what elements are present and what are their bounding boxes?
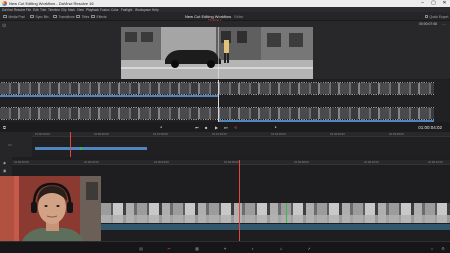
deliver-icon[interactable]: ➚ [305,245,313,251]
go-to-end-icon[interactable]: ⏭ [224,125,228,130]
settings-icon[interactable]: ⚙ [439,245,447,251]
viewer-options-icon[interactable]: ⊙ [2,23,6,29]
upper-track-header: ▭ [0,132,32,157]
menu-item-fusion[interactable]: Fusion [100,8,110,12]
transitions-icon [53,15,57,18]
sync-bin-icon [30,15,34,18]
zoom-out-icon[interactable]: ◂ [160,125,162,129]
menu-item-timeline[interactable]: Timeline [48,8,60,12]
page-tabs-bar: ▤ ✂ ▦ ✦ ◐ ♫ ➚ ⌂ ⚙ [0,241,450,253]
lower-ruler[interactable]: 01:00:00:00 01:00:02:00 01:00:04:00 01:0… [12,160,450,165]
upper-timeline[interactable]: ▭ 01:00:00:00 01:00:30:00 01:01:00:00 01… [0,132,450,157]
menu-item-clip[interactable]: Clip [61,8,67,12]
fusion-icon[interactable]: ✦ [221,245,229,251]
menu-item-file[interactable]: File [26,8,31,12]
menu-item-trim[interactable]: Trim [40,8,46,12]
upper-ruler[interactable]: 01:00:00:00 01:00:30:00 01:01:00:00 01:0… [32,132,450,137]
media-pool-icon [3,15,7,18]
color-icon[interactable]: ◐ [249,245,257,251]
menu-item-playback[interactable]: Playback [86,8,99,12]
menu-item-resolve[interactable]: DaVinci Resolve [2,8,25,12]
maximize-button[interactable]: ▢ [428,0,439,7]
menu-item-color[interactable]: Color [111,8,119,12]
timeline-audio-clip[interactable] [101,224,450,230]
zoom-in-icon[interactable]: ▸ [275,125,277,129]
window-title: New Cut Editing Workflow - DaVinci Resol… [9,1,94,6]
stop-icon[interactable]: ■ [205,125,207,130]
home-icon[interactable]: ⌂ [428,245,436,251]
app-icon [2,1,7,6]
menu-item-help[interactable]: Help [152,8,159,12]
titles-button[interactable]: Titles [76,14,89,19]
menu-item-fairlight[interactable]: Fairlight [121,8,132,12]
loop-icon[interactable]: ⟲ [234,125,237,130]
lower-filmstrip[interactable] [0,107,434,120]
track-lock-icon[interactable]: ▭ [8,142,12,147]
menu-item-edit[interactable]: Edit [33,8,39,12]
project-status: Edited [234,14,244,19]
edit-icon[interactable]: ▦ [193,245,201,251]
timeline-options-icon[interactable]: ⧉ [3,125,6,130]
lower-playhead[interactable] [239,160,240,241]
media-pool-button[interactable]: Media Pool [3,14,25,19]
upper-filmstrip[interactable] [0,82,434,95]
viewer-timecode: 00:00:07:06 [419,22,437,26]
upper-audio-bar [0,95,218,97]
timeline-video-clip[interactable] [101,203,450,223]
viewer-menu-icon[interactable]: ⋯ [442,22,446,27]
source-tape-strip[interactable] [0,80,450,125]
quick-export-button[interactable]: Quick Export [425,14,448,19]
effects-button[interactable]: Effects [91,14,107,19]
menu-item-view[interactable]: View [77,8,84,12]
transport-timecode: 01:00:04:02 [418,124,442,130]
effects-icon [91,15,95,18]
play-icon[interactable]: ▶ [215,125,218,130]
export-icon [425,15,428,18]
video-track-icon[interactable]: ▣ [3,169,6,173]
fairlight-icon[interactable]: ♫ [277,245,285,251]
toolbar: Media Pool Sync Bin Transitions Titles E… [0,12,450,22]
street-scene-image [121,27,313,79]
audio-track-icon[interactable]: ◉ [3,161,6,165]
media-icon[interactable]: ▤ [137,245,145,251]
titles-icon [76,15,80,18]
menu-item-mark[interactable]: Mark [68,8,75,12]
timeline-clip-cut-marker [286,203,287,223]
cut-icon[interactable]: ✂ [165,245,173,251]
upper-green-marker [80,147,82,150]
upper-video-clip[interactable] [35,147,147,150]
upper-playhead[interactable] [70,132,71,157]
close-button[interactable]: ✕ [439,0,450,7]
window-titlebar: New Cut Editing Workflow - DaVinci Resol… [0,0,450,7]
go-to-start-icon[interactable]: ⏮ [195,125,199,130]
transport-bar: ⧉ ◂ ▸ ⏮ ■ ▶ ⏭ ⟲ 01:00:04:02 [0,122,450,132]
sync-bin-button[interactable]: Sync Bin [30,14,49,19]
menu-item-workspace[interactable]: Workspace [135,8,151,12]
minimize-button[interactable]: – [417,0,428,7]
transitions-button[interactable]: Transitions [53,14,75,19]
strip-playhead[interactable] [218,80,219,125]
viewer-frame[interactable] [121,27,313,79]
